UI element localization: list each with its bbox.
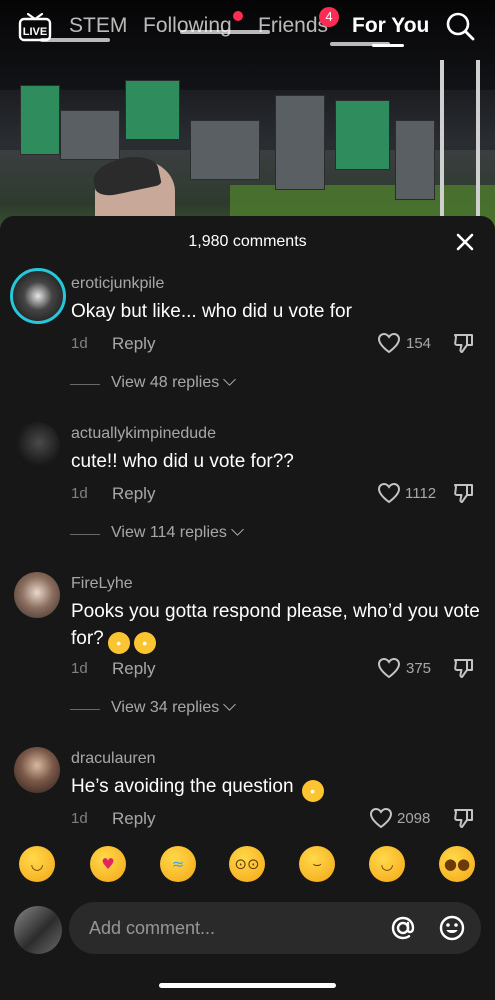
raised-eyebrow-emoji-icon: • (301, 780, 324, 802)
comments-count-title: 1,980 comments (188, 233, 307, 250)
replies-divider (70, 709, 100, 710)
gym-machine (275, 95, 325, 190)
avatar[interactable] (14, 572, 60, 618)
friends-badge: 4 (319, 7, 339, 27)
replies-divider (70, 534, 100, 535)
quick-emoji-bar: ◡ ♥ ≈ ⊙⊙ ⌣ ◡ ●● (0, 846, 495, 888)
comment-username[interactable]: eroticjunkpile (71, 275, 164, 293)
close-icon[interactable] (454, 231, 476, 253)
avatar[interactable] (14, 747, 60, 793)
reply-button[interactable]: Reply (112, 484, 155, 504)
gym-machine (60, 110, 120, 160)
dislike-icon[interactable] (452, 656, 476, 680)
tab-for-you[interactable]: For You (352, 14, 429, 38)
comment-time: 1d (71, 485, 88, 502)
mention-icon[interactable] (389, 914, 417, 942)
view-replies-button[interactable]: View 34 replies (111, 698, 237, 717)
chevron-down-icon (223, 373, 237, 386)
replies-divider (70, 384, 100, 385)
heart-icon[interactable] (377, 482, 401, 504)
comment-text-content: Pooks you gotta respond please, who’d yo… (71, 601, 480, 649)
squat-rack (440, 60, 480, 230)
home-indicator (159, 983, 336, 988)
chevron-down-icon (223, 698, 237, 711)
avatar[interactable] (10, 268, 66, 324)
view-replies-label: View 114 replies (111, 524, 227, 541)
comment-username[interactable]: actuallykimpinedude (71, 425, 216, 443)
active-tab-indicator (372, 44, 404, 47)
pleading-emoji-icon[interactable]: ●● (439, 846, 475, 882)
my-avatar[interactable] (14, 906, 62, 954)
emoji-picker-icon[interactable] (438, 914, 466, 942)
smirking-emoji-icon[interactable]: ⌣ (299, 846, 335, 882)
sweat-smile-emoji-icon[interactable]: ◡ (369, 846, 405, 882)
flushed-emoji-icon[interactable]: ⊙⊙ (229, 846, 265, 882)
live-icon[interactable]: LIVE (18, 12, 52, 42)
heart-icon[interactable] (377, 657, 401, 679)
comment-input[interactable] (89, 902, 379, 954)
view-replies-button[interactable]: View 114 replies (111, 523, 244, 542)
comment-username[interactable]: draculauren (71, 750, 156, 768)
comment-time: 1d (71, 810, 88, 827)
gym-machine (20, 85, 60, 155)
gym-machine (125, 80, 180, 140)
crying-emoji-icon: • (107, 632, 130, 654)
comment-username[interactable]: FireLyhe (71, 575, 133, 593)
comment-time: 1d (71, 660, 88, 677)
comment-text: He’s avoiding the question • (71, 773, 481, 802)
view-replies-label: View 48 replies (111, 374, 220, 391)
comment-input-container[interactable] (69, 902, 481, 954)
comment-text: Okay but like... who did u vote for (71, 301, 352, 322)
like-count: 375 (406, 660, 432, 677)
gym-machine (190, 120, 260, 180)
tab-friends[interactable]: Friends (258, 14, 328, 38)
comment-text: cute!! who did u vote for?? (71, 451, 294, 472)
avatar[interactable] (14, 422, 60, 468)
sweat-smile-emoji-icon: • (133, 632, 156, 654)
dislike-icon[interactable] (452, 481, 476, 505)
dislike-icon[interactable] (452, 331, 476, 355)
search-icon[interactable] (445, 11, 475, 41)
dislike-icon[interactable] (452, 806, 476, 830)
view-replies-label: View 34 replies (111, 699, 220, 716)
tears-of-joy-emoji-icon[interactable]: ≈ (160, 846, 196, 882)
live-label: LIVE (23, 26, 47, 38)
heart-icon[interactable] (369, 807, 393, 829)
like-count: 1112 (405, 485, 437, 502)
tab-stem[interactable]: STEM (69, 14, 127, 38)
smiling-hearts-emoji-icon[interactable]: ♥ (90, 846, 126, 882)
gym-machine (395, 120, 435, 200)
heart-icon[interactable] (377, 332, 401, 354)
following-notification-dot (233, 11, 243, 21)
like-count: 2098 (397, 810, 431, 827)
comment-text-content: He’s avoiding the question (71, 776, 294, 797)
reply-button[interactable]: Reply (112, 334, 155, 354)
top-navigation: LIVE STEM Following Friends 4 For You (0, 0, 495, 56)
tab-following[interactable]: Following (143, 14, 232, 38)
reply-button[interactable]: Reply (112, 809, 155, 829)
reply-button[interactable]: Reply (112, 659, 155, 679)
like-count: 154 (406, 335, 432, 352)
comment-time: 1d (71, 335, 88, 352)
grinning-emoji-icon[interactable]: ◡ (19, 846, 55, 882)
view-replies-button[interactable]: View 48 replies (111, 373, 237, 392)
comment-composer (0, 895, 495, 1000)
chevron-down-icon (231, 523, 244, 536)
gym-machine (335, 100, 390, 170)
comment-text: Pooks you gotta respond please, who’d yo… (71, 598, 481, 654)
